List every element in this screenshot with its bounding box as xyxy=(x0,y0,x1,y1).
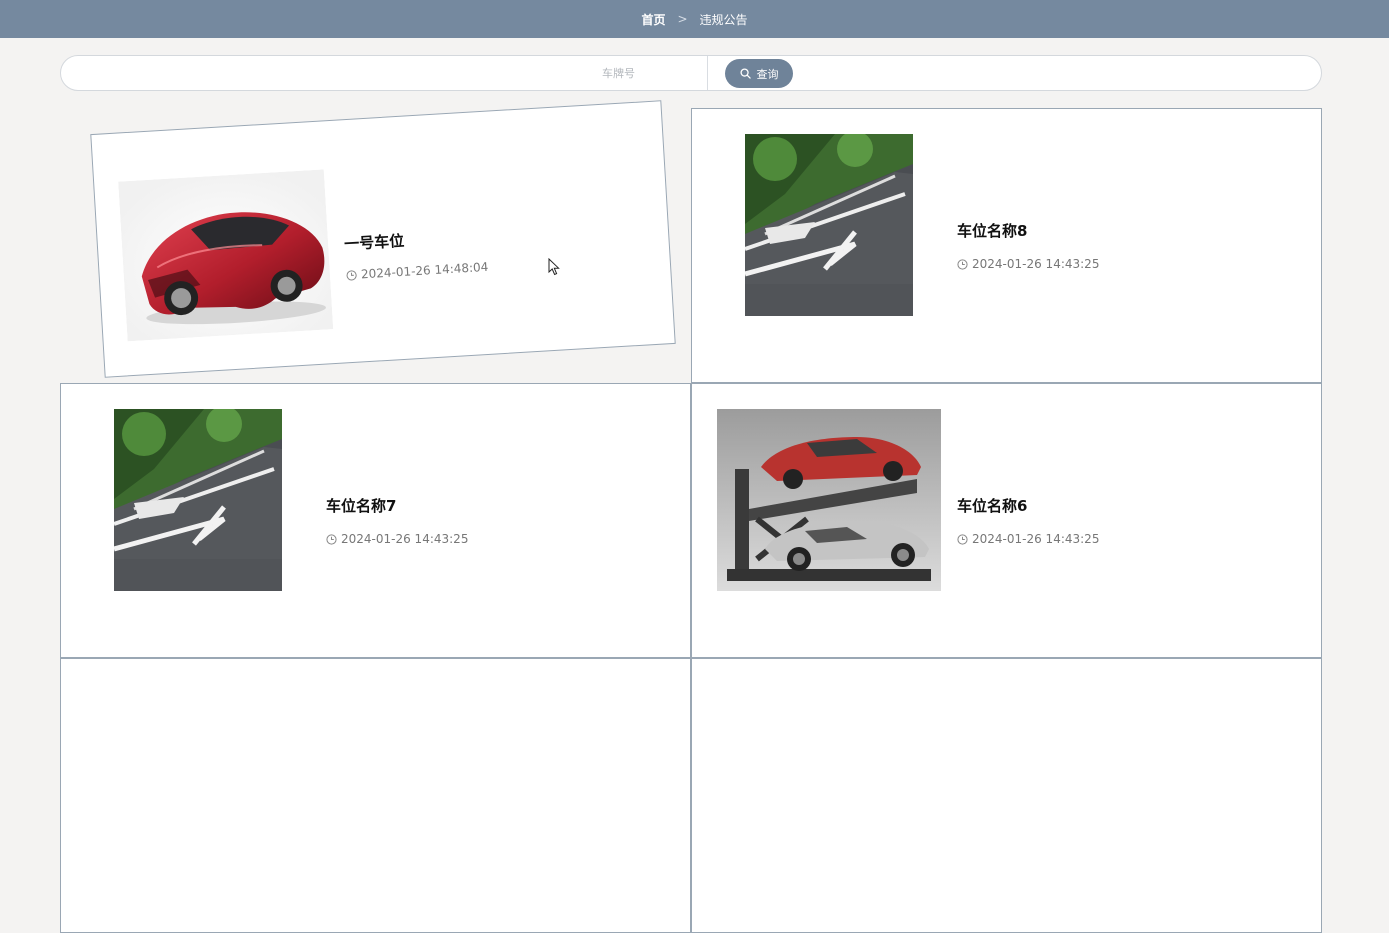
item-timestamp: 2024-01-26 14:43:25 xyxy=(957,532,1099,546)
search-divider xyxy=(707,56,708,90)
list-item[interactable] xyxy=(691,658,1322,933)
list-item[interactable] xyxy=(60,658,691,933)
list-item[interactable]: 车位名称6 2024-01-26 14:43:25 xyxy=(691,383,1322,658)
violation-list-grid: 一号车位 2024-01-26 14:48:04 车位名称8 2024-01-2… xyxy=(60,100,1322,933)
red-sports-car-image xyxy=(118,169,334,342)
search-button[interactable]: 查询 xyxy=(725,59,793,88)
car-parking-lift-image xyxy=(717,409,941,591)
item-time-text: 2024-01-26 14:43:25 xyxy=(341,532,469,546)
mouse-cursor-icon xyxy=(548,258,560,276)
list-item[interactable]: 车位名称7 2024-01-26 14:43:25 xyxy=(60,383,691,658)
card-hover-panel[interactable]: 一号车位 2024-01-26 14:48:04 xyxy=(90,100,676,378)
item-timestamp: 2024-01-26 14:43:25 xyxy=(957,257,1099,271)
breadcrumb-current: 违规公告 xyxy=(699,12,748,27)
clock-icon xyxy=(957,533,968,545)
item-time-text: 2024-01-26 14:43:25 xyxy=(972,532,1100,546)
item-time-text: 2024-01-26 14:43:25 xyxy=(972,257,1100,271)
list-item[interactable]: 一号车位 2024-01-26 14:48:04 xyxy=(60,100,691,383)
item-time-text: 2024-01-26 14:48:04 xyxy=(360,259,489,282)
search-bar: 查询 xyxy=(60,55,1322,91)
breadcrumb-separator: > xyxy=(677,12,688,26)
search-button-label: 查询 xyxy=(756,67,779,81)
search-icon xyxy=(739,68,751,79)
breadcrumb-home[interactable]: 首页 xyxy=(641,11,665,28)
plate-number-search-input[interactable] xyxy=(61,56,707,90)
list-item[interactable]: 车位名称8 2024-01-26 14:43:25 xyxy=(691,108,1322,383)
item-title[interactable]: 车位名称6 xyxy=(957,495,1027,516)
item-title[interactable]: 一号车位 xyxy=(344,230,405,255)
item-timestamp: 2024-01-26 14:48:04 xyxy=(346,260,489,282)
clock-icon xyxy=(346,269,357,281)
item-title[interactable]: 车位名称7 xyxy=(326,495,396,516)
clock-icon xyxy=(957,258,968,270)
top-breadcrumb-bar: 首页 > 违规公告 xyxy=(0,0,1389,38)
item-timestamp: 2024-01-26 14:43:25 xyxy=(326,532,468,546)
parking-space-image xyxy=(114,409,282,591)
item-title[interactable]: 车位名称8 xyxy=(957,220,1027,241)
clock-icon xyxy=(326,533,337,545)
parking-space-image xyxy=(745,134,913,316)
